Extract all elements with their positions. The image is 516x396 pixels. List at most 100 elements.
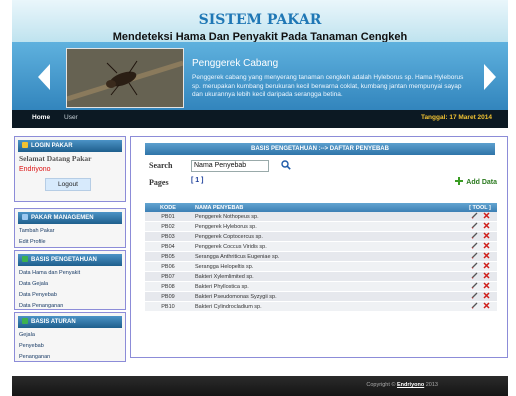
- copyright-prefix: Copyright ©: [366, 382, 396, 388]
- basis-box: BASIS PENGETAHUAN Data Hama dan Penyakit…: [14, 250, 126, 310]
- search-label: Search: [149, 161, 173, 170]
- pakar-box: PAKAR MANAGEMEN Tambah Pakar Edit Profil…: [14, 208, 126, 248]
- nama-cell: Penggerek Coccus Viridis sp.: [191, 241, 463, 252]
- sidebar-item-tambah-pakar[interactable]: Tambah Pakar: [15, 226, 125, 237]
- add-data-label: Add Data: [466, 179, 497, 186]
- aturan-box-title: BASIS ATURAN: [31, 319, 76, 325]
- delete-icon[interactable]: [482, 212, 490, 219]
- nav-home-link[interactable]: Home: [32, 114, 50, 121]
- aturan-box-header: BASIS ATURAN: [18, 316, 122, 328]
- edit-icon[interactable]: [471, 272, 478, 279]
- sidebar-item-data-hama[interactable]: Data Hama dan Penyakit: [15, 268, 125, 279]
- delete-icon[interactable]: [482, 262, 490, 269]
- slider-banner: Penggerek Cabang Penggerek cabang yang m…: [12, 42, 508, 110]
- kode-cell: PB10: [145, 301, 191, 312]
- aturan-box: BASIS ATURAN Gejala Penyebab Penanganan: [14, 312, 126, 362]
- edit-icon[interactable]: [471, 232, 478, 239]
- lock-icon: [22, 142, 28, 148]
- edit-icon[interactable]: [471, 242, 478, 249]
- tool-cell: [463, 231, 497, 242]
- edit-icon[interactable]: [471, 222, 478, 229]
- delete-icon[interactable]: [482, 302, 490, 309]
- kode-cell: PB04: [145, 241, 191, 252]
- pakar-box-header: PAKAR MANAGEMEN: [18, 212, 122, 224]
- sidebar-item-data-penyebab[interactable]: Data Penyebab: [15, 290, 125, 301]
- table-row: PB03 Penggerek Coptocercus sp.: [145, 231, 497, 242]
- logout-button[interactable]: Logout: [45, 178, 91, 191]
- users-icon: [22, 214, 28, 220]
- edit-icon[interactable]: [471, 212, 478, 219]
- tool-cell: [463, 251, 497, 262]
- delete-icon[interactable]: [482, 252, 490, 259]
- author-link[interactable]: Endriyono: [397, 382, 424, 388]
- beetle-branch-image: [67, 49, 183, 107]
- tool-cell: [463, 281, 497, 292]
- penyebab-table: KODE NAMA PENYEBAB [ TOOL ] PB01 Penggere…: [145, 203, 497, 312]
- prev-slide-arrow-icon[interactable]: [38, 64, 50, 90]
- kode-cell: PB07: [145, 271, 191, 282]
- main-panel: BASIS PENGETAHUAN :--> DAFTAR PENYEBAB S…: [130, 136, 508, 358]
- sidebar-item-penyebab[interactable]: Penyebab: [15, 341, 125, 352]
- table-row: PB09 Bakteri Pseudomonas Syzygii sp.: [145, 291, 497, 302]
- pakar-box-title: PAKAR MANAGEMEN: [31, 215, 94, 221]
- login-box-header: LOGIN PAKAR: [18, 140, 122, 152]
- sidebar-item-data-penanganan[interactable]: Data Penanganan: [15, 301, 125, 312]
- nama-cell: Penggerek Hyleborus sp.: [191, 221, 463, 232]
- site-title: SISTEM PAKAR: [198, 12, 322, 28]
- tree-icon: [22, 256, 28, 262]
- nama-cell: Serangga Helopeltis sp.: [191, 261, 463, 272]
- tool-cell: [463, 261, 497, 272]
- delete-icon[interactable]: [482, 242, 490, 249]
- column-header-nama: NAMA PENYEBAB: [191, 203, 463, 212]
- delete-icon[interactable]: [482, 222, 490, 229]
- edit-icon[interactable]: [471, 252, 478, 259]
- welcome-text: Selamat Datang Pakar: [19, 154, 92, 163]
- nama-cell: Bakteri Pseudomonas Syzygii sp.: [191, 291, 463, 302]
- kode-cell: PB02: [145, 221, 191, 232]
- column-header-kode: KODE: [145, 203, 191, 212]
- nama-cell: Penggerek Coptocercus sp.: [191, 231, 463, 242]
- slide-text: Penggerek cabang yang menyerang tanaman …: [192, 74, 464, 99]
- delete-icon[interactable]: [482, 282, 490, 289]
- tool-cell: [463, 241, 497, 252]
- page: SISTEM PAKAR Mendeteksi Hama Dan Penyaki…: [12, 0, 508, 396]
- search-input[interactable]: Nama Penyebab: [191, 160, 269, 172]
- edit-icon[interactable]: [471, 262, 478, 269]
- add-data-button[interactable]: Add Data: [455, 177, 497, 186]
- sidebar-item-edit-profile[interactable]: Edit Profile: [15, 237, 125, 248]
- kode-cell: PB03: [145, 231, 191, 242]
- basis-box-header: BASIS PENGETAHUAN: [18, 254, 122, 266]
- table-header-row: KODE NAMA PENYEBAB [ TOOL ]: [145, 203, 497, 212]
- slide-image: [66, 48, 184, 108]
- nav-user-link[interactable]: User: [64, 114, 78, 121]
- nama-cell: Bakteri Xylemlimited sp.: [191, 271, 463, 282]
- tool-cell: [463, 301, 497, 312]
- delete-icon[interactable]: [482, 272, 490, 279]
- sidebar-item-penanganan[interactable]: Penanganan: [15, 352, 125, 363]
- sidebar-item-gejala[interactable]: Gejala: [15, 330, 125, 341]
- next-slide-arrow-icon[interactable]: [484, 64, 496, 90]
- username-text: Endriyono: [19, 166, 51, 173]
- table-row: PB01 Penggerek Nothopeus sp.: [145, 212, 497, 222]
- edit-icon[interactable]: [471, 292, 478, 299]
- edit-icon[interactable]: [471, 282, 478, 289]
- kode-cell: PB06: [145, 261, 191, 272]
- panel-heading: BASIS PENGETAHUAN :--> DAFTAR PENYEBAB: [145, 143, 495, 155]
- delete-icon[interactable]: [482, 292, 490, 299]
- table-row: PB08 Bakteri Phyllostica sp.: [145, 281, 497, 292]
- content-area: LOGIN PAKAR Selamat Datang Pakar Endriyo…: [12, 128, 508, 366]
- delete-icon[interactable]: [482, 232, 490, 239]
- edit-icon[interactable]: [471, 302, 478, 309]
- current-date: Tanggal: 17 Maret 2014: [420, 114, 492, 121]
- kode-cell: PB01: [145, 212, 191, 222]
- page-number-link[interactable]: [ 1 ]: [191, 177, 203, 184]
- table-row: PB10 Bakteri Cylindrocladium sp.: [145, 301, 497, 312]
- tool-cell: [463, 212, 497, 222]
- kode-cell: PB05: [145, 251, 191, 262]
- nama-cell: Serangga Anthriticus Eugeniae sp.: [191, 251, 463, 262]
- sidebar-item-data-gejala[interactable]: Data Gejala: [15, 279, 125, 290]
- nama-cell: Bakteri Cylindrocladium sp.: [191, 301, 463, 312]
- search-icon[interactable]: [281, 160, 291, 170]
- copyright-year: 2013: [425, 382, 438, 388]
- site-header: SISTEM PAKAR Mendeteksi Hama Dan Penyaki…: [12, 0, 508, 43]
